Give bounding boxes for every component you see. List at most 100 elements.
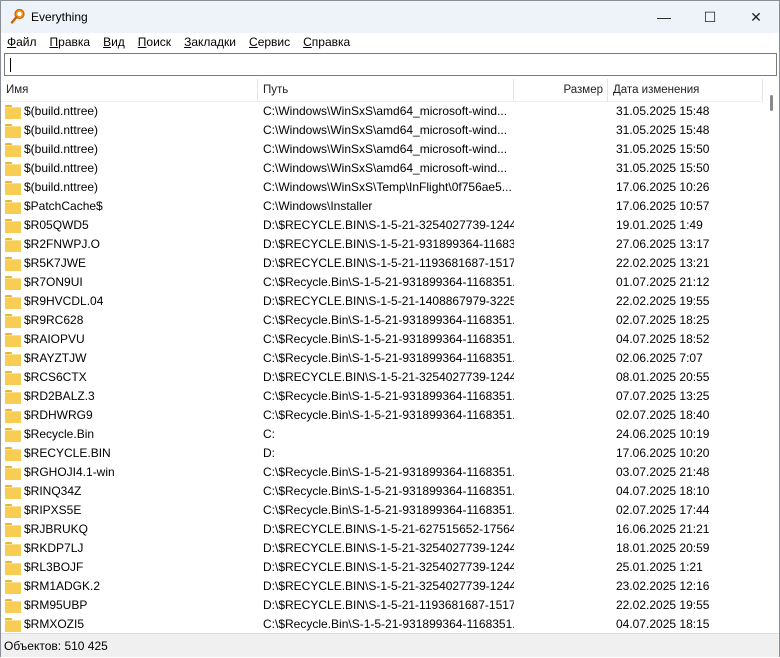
file-name: $R7ON9UI xyxy=(24,275,83,289)
table-row[interactable]: $RL3BOJF D:\$RECYCLE.BIN\S-1-5-21-325402… xyxy=(1,558,763,577)
name-cell: $RAIOPVU xyxy=(1,330,258,349)
table-row[interactable]: $RAIOPVU C:\$Recycle.Bin\S-1-5-21-931899… xyxy=(1,330,763,349)
text-caret xyxy=(10,58,11,72)
table-row[interactable]: $RIPXS5E C:\$Recycle.Bin\S-1-5-21-931899… xyxy=(1,501,763,520)
search-input[interactable] xyxy=(4,53,777,76)
size-cell xyxy=(514,216,608,235)
folder-icon xyxy=(5,371,21,385)
table-row[interactable]: $R7ON9UI C:\$Recycle.Bin\S-1-5-21-931899… xyxy=(1,273,763,292)
scrollbar-thumb[interactable] xyxy=(770,95,773,111)
menu-label: равка xyxy=(58,35,91,49)
file-name: $R05QWD5 xyxy=(24,218,89,232)
date-cell: 31.05.2025 15:48 xyxy=(616,104,710,118)
date-cell: 01.07.2025 21:12 xyxy=(616,275,710,289)
name-cell: $RAYZTJW xyxy=(1,349,258,368)
menu-item-2[interactable]: Вид xyxy=(103,33,125,52)
path-cell: C:\$Recycle.Bin\S-1-5-21-931899364-11683… xyxy=(263,275,514,289)
table-row[interactable]: $RM95UBP D:\$RECYCLE.BIN\S-1-5-21-119368… xyxy=(1,596,763,615)
table-row[interactable]: $R05QWD5 D:\$RECYCLE.BIN\S-1-5-21-325402… xyxy=(1,216,763,235)
path-cell: C:\Windows\Installer xyxy=(263,199,373,213)
minimize-button[interactable]: — xyxy=(641,1,687,33)
status-bar: Объектов: 510 425 xyxy=(1,633,779,657)
date-cell: 24.06.2025 10:19 xyxy=(616,427,710,441)
close-button[interactable]: ✕ xyxy=(733,1,779,33)
table-row[interactable]: $RD2BALZ.3 C:\$Recycle.Bin\S-1-5-21-9318… xyxy=(1,387,763,406)
folder-icon xyxy=(5,314,21,328)
table-row[interactable]: $R9HVCDL.04 D:\$RECYCLE.BIN\S-1-5-21-140… xyxy=(1,292,763,311)
file-name: $R9RC628 xyxy=(24,313,84,327)
column-header: Имя Путь Размер Дата изменения xyxy=(1,79,763,102)
magnifier-app-icon xyxy=(10,8,25,24)
path-cell: C:\$Recycle.Bin\S-1-5-21-931899364-11683… xyxy=(263,351,514,365)
file-name: $RM1ADGK.2 xyxy=(24,579,101,593)
file-name: $RDHWRG9 xyxy=(24,408,93,422)
maximize-button[interactable]: ☐ xyxy=(687,1,733,33)
menu-item-1[interactable]: Правка xyxy=(50,33,91,52)
size-cell xyxy=(514,235,608,254)
folder-icon xyxy=(5,580,21,594)
table-row[interactable]: $RMXOZI5 C:\$Recycle.Bin\S-1-5-21-931899… xyxy=(1,615,763,633)
table-row[interactable]: $RM1ADGK.2 D:\$RECYCLE.BIN\S-1-5-21-3254… xyxy=(1,577,763,596)
path-cell: D:\$RECYCLE.BIN\S-1-5-21-3254027739-1244… xyxy=(263,370,514,384)
menu-item-4[interactable]: Закладки xyxy=(184,33,236,52)
table-row[interactable]: $RCS6CTX D:\$RECYCLE.BIN\S-1-5-21-325402… xyxy=(1,368,763,387)
menu-label: ервис xyxy=(257,35,291,49)
size-cell xyxy=(514,330,608,349)
column-header-size[interactable]: Размер xyxy=(514,79,608,102)
folder-icon xyxy=(5,276,21,290)
menu-item-0[interactable]: Файл xyxy=(7,33,37,52)
column-header-name[interactable]: Имя xyxy=(1,79,258,102)
path-cell: D:\$RECYCLE.BIN\S-1-5-21-1408867979-3225… xyxy=(263,294,514,308)
table-row[interactable]: $RINQ34Z C:\$Recycle.Bin\S-1-5-21-931899… xyxy=(1,482,763,501)
table-row[interactable]: $(build.nttree) C:\Windows\WinSxS\amd64_… xyxy=(1,159,763,178)
name-cell: $R9HVCDL.04 xyxy=(1,292,258,311)
menu-accelerator: В xyxy=(103,35,112,49)
table-row[interactable]: $R5K7JWE D:\$RECYCLE.BIN\S-1-5-21-119368… xyxy=(1,254,763,273)
table-row[interactable]: $(build.nttree) C:\Windows\WinSxS\amd64_… xyxy=(1,140,763,159)
path-cell: C:\$Recycle.Bin\S-1-5-21-931899364-11683… xyxy=(263,389,514,403)
folder-icon xyxy=(5,257,21,271)
name-cell: $RKDP7LJ xyxy=(1,539,258,558)
table-row[interactable]: $R9RC628 C:\$Recycle.Bin\S-1-5-21-931899… xyxy=(1,311,763,330)
table-row[interactable]: $RDHWRG9 C:\$Recycle.Bin\S-1-5-21-931899… xyxy=(1,406,763,425)
size-cell xyxy=(514,387,608,406)
menu-label: оиск xyxy=(146,35,172,49)
table-row[interactable]: $Recycle.Bin C: 24.06.2025 10:19 xyxy=(1,425,763,444)
table-row[interactable]: $RAYZTJW C:\$Recycle.Bin\S-1-5-21-931899… xyxy=(1,349,763,368)
date-cell: 19.01.2025 1:49 xyxy=(616,218,703,232)
table-row[interactable]: $(build.nttree) C:\Windows\WinSxS\amd64_… xyxy=(1,102,763,121)
path-cell: C:\Windows\WinSxS\Temp\InFlight\0f756ae5… xyxy=(263,180,512,194)
vertical-scrollbar[interactable] xyxy=(763,79,779,633)
file-name: $RL3BOJF xyxy=(24,560,84,574)
table-row[interactable]: $PatchCache$ C:\Windows\Installer 17.06.… xyxy=(1,197,763,216)
file-name: $RAYZTJW xyxy=(24,351,87,365)
table-row[interactable]: $(build.nttree) C:\Windows\WinSxS\Temp\I… xyxy=(1,178,763,197)
menu-item-5[interactable]: Сервис xyxy=(249,33,290,52)
table-row[interactable]: $(build.nttree) C:\Windows\WinSxS\amd64_… xyxy=(1,121,763,140)
path-cell: D:\$RECYCLE.BIN\S-1-5-21-1193681687-1517… xyxy=(263,256,514,270)
size-cell xyxy=(514,121,608,140)
table-row[interactable]: $RKDP7LJ D:\$RECYCLE.BIN\S-1-5-21-325402… xyxy=(1,539,763,558)
path-cell: C:\Windows\WinSxS\amd64_microsoft-wind..… xyxy=(263,161,508,175)
size-cell xyxy=(514,558,608,577)
file-name: $RJBRUKQ xyxy=(24,522,89,536)
folder-icon xyxy=(5,200,21,214)
table-row[interactable]: $RJBRUKQ D:\$RECYCLE.BIN\S-1-5-21-627515… xyxy=(1,520,763,539)
file-name: $RINQ34Z xyxy=(24,484,82,498)
name-cell: $R05QWD5 xyxy=(1,216,258,235)
table-row[interactable]: $RECYCLE.BIN D: 17.06.2025 10:20 xyxy=(1,444,763,463)
column-header-date[interactable]: Дата изменения xyxy=(608,79,763,102)
column-header-path[interactable]: Путь xyxy=(258,79,514,102)
folder-icon xyxy=(5,352,21,366)
date-cell: 03.07.2025 21:48 xyxy=(616,465,710,479)
size-cell xyxy=(514,178,608,197)
table-row[interactable]: $RGHOJI4.1-win C:\$Recycle.Bin\S-1-5-21-… xyxy=(1,463,763,482)
menu-item-6[interactable]: Справка xyxy=(303,33,350,52)
date-cell: 25.01.2025 1:21 xyxy=(616,560,703,574)
menu-item-3[interactable]: Поиск xyxy=(138,33,171,52)
folder-icon xyxy=(5,599,21,613)
path-cell: C:\$Recycle.Bin\S-1-5-21-931899364-11683… xyxy=(263,617,514,631)
size-cell xyxy=(514,615,608,633)
menu-accelerator: С xyxy=(249,35,258,49)
table-row[interactable]: $R2FNWPJ.O D:\$RECYCLE.BIN\S-1-5-21-9318… xyxy=(1,235,763,254)
